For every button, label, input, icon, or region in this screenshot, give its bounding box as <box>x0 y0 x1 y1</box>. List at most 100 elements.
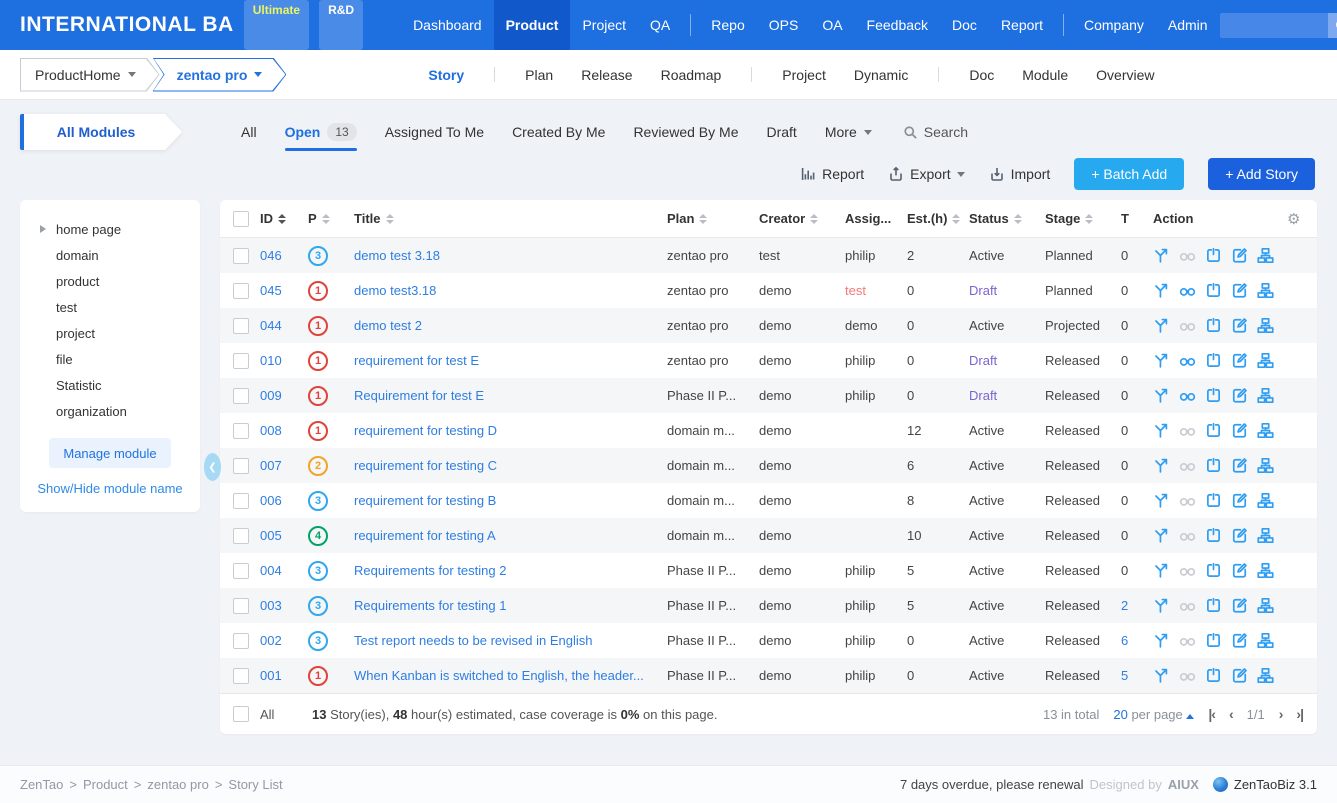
change-icon[interactable] <box>1153 667 1170 684</box>
column-header-action[interactable]: Action <box>1153 211 1287 226</box>
main-menu-item-project[interactable]: Project <box>570 0 638 50</box>
search-toggle[interactable]: Search <box>903 124 968 140</box>
story-id-link[interactable]: 006 <box>260 493 308 508</box>
row-checkbox[interactable] <box>233 388 249 404</box>
row-checkbox[interactable] <box>233 528 249 544</box>
select-all-checkbox[interactable] <box>233 211 249 227</box>
change-icon[interactable] <box>1153 597 1170 614</box>
column-header-assig[interactable]: Assig... <box>845 211 907 226</box>
story-title-link[interactable]: When Kanban is switched to English, the … <box>354 668 667 683</box>
edit-icon[interactable] <box>1231 352 1248 369</box>
search-input[interactable] <box>1220 13 1328 38</box>
subdivide-icon[interactable] <box>1257 597 1274 614</box>
story-id-link[interactable]: 007 <box>260 458 308 473</box>
change-icon[interactable] <box>1153 282 1170 299</box>
change-icon[interactable] <box>1153 317 1170 334</box>
story-title-link[interactable]: requirement for testing D <box>354 423 667 438</box>
subdivide-icon[interactable] <box>1257 632 1274 649</box>
filter-tab-assigned-to-me[interactable]: Assigned To Me <box>372 118 497 146</box>
current-product-switcher[interactable]: zentao pro <box>153 58 287 92</box>
row-checkbox[interactable] <box>233 353 249 369</box>
row-checkbox[interactable] <box>233 633 249 649</box>
main-menu-item-ops[interactable]: OPS <box>757 0 811 50</box>
sidebar-item-project[interactable]: project <box>20 320 200 346</box>
close-icon[interactable] <box>1205 492 1222 509</box>
row-checkbox[interactable] <box>233 493 249 509</box>
sidebar-item-file[interactable]: file <box>20 346 200 372</box>
close-icon[interactable] <box>1205 282 1222 299</box>
story-id-link[interactable]: 045 <box>260 283 308 298</box>
column-header-status[interactable]: Status <box>969 211 1045 226</box>
change-icon[interactable] <box>1153 457 1170 474</box>
row-checkbox[interactable] <box>233 423 249 439</box>
subdivide-icon[interactable] <box>1257 492 1274 509</box>
close-icon[interactable] <box>1205 352 1222 369</box>
main-menu-item-product[interactable]: Product <box>494 0 571 50</box>
last-page-button[interactable]: ›| <box>1296 706 1303 722</box>
story-title-link[interactable]: Requirement for test E <box>354 388 667 403</box>
first-page-button[interactable]: |‹ <box>1208 706 1215 722</box>
sidebar-item-home-page[interactable]: home page <box>20 216 200 242</box>
case-count-link[interactable]: 6 <box>1121 633 1153 648</box>
close-icon[interactable] <box>1205 457 1222 474</box>
per-page-select[interactable]: 20 per page <box>1113 707 1194 722</box>
story-title-link[interactable]: Test report needs to be revised in Engli… <box>354 633 667 648</box>
main-menu-item-oa[interactable]: OA <box>810 0 854 50</box>
column-header-esth[interactable]: Est.(h) <box>907 211 969 226</box>
story-title-link[interactable]: demo test3.18 <box>354 283 667 298</box>
close-icon[interactable] <box>1205 667 1222 684</box>
story-id-link[interactable]: 003 <box>260 598 308 613</box>
edit-icon[interactable] <box>1231 317 1248 334</box>
subdivide-icon[interactable] <box>1257 562 1274 579</box>
close-icon[interactable] <box>1205 527 1222 544</box>
next-page-button[interactable]: › <box>1279 706 1283 722</box>
tab-module[interactable]: Module <box>1008 67 1082 83</box>
subdivide-icon[interactable] <box>1257 527 1274 544</box>
row-checkbox[interactable] <box>233 563 249 579</box>
edit-icon[interactable] <box>1231 457 1248 474</box>
main-menu-item-dashboard[interactable]: Dashboard <box>401 0 494 50</box>
subdivide-icon[interactable] <box>1257 317 1274 334</box>
report-button[interactable]: Report <box>800 166 864 182</box>
main-menu-item-doc[interactable]: Doc <box>940 0 989 50</box>
row-checkbox[interactable] <box>233 283 249 299</box>
main-menu-item-repo[interactable]: Repo <box>699 0 756 50</box>
change-icon[interactable] <box>1153 352 1170 369</box>
close-icon[interactable] <box>1205 387 1222 404</box>
tab-plan[interactable]: Plan <box>511 67 567 83</box>
edit-icon[interactable] <box>1231 387 1248 404</box>
change-icon[interactable] <box>1153 632 1170 649</box>
tab-dynamic[interactable]: Dynamic <box>840 67 922 83</box>
column-header-t[interactable]: T <box>1121 211 1153 226</box>
close-icon[interactable] <box>1205 597 1222 614</box>
filter-tab-open[interactable]: Open13 <box>272 117 370 147</box>
filter-tab-created-by-me[interactable]: Created By Me <box>499 118 618 146</box>
edit-icon[interactable] <box>1231 282 1248 299</box>
subdivide-icon[interactable] <box>1257 352 1274 369</box>
row-checkbox[interactable] <box>233 458 249 474</box>
story-id-link[interactable]: 010 <box>260 353 308 368</box>
tab-story[interactable]: Story <box>414 67 478 83</box>
go-button[interactable]: GO! <box>1328 13 1337 38</box>
story-title-link[interactable]: Requirements for testing 2 <box>354 563 667 578</box>
filter-tab-draft[interactable]: Draft <box>753 118 809 146</box>
gear-icon[interactable]: ⚙ <box>1287 210 1317 228</box>
sidebar-item-organization[interactable]: organization <box>20 398 200 424</box>
subdivide-icon[interactable] <box>1257 457 1274 474</box>
column-header-title[interactable]: Title <box>354 211 667 226</box>
filter-tab-more[interactable]: More <box>812 118 885 146</box>
close-icon[interactable] <box>1205 632 1222 649</box>
prev-page-button[interactable]: ‹ <box>1229 706 1233 722</box>
sidebar-item-product[interactable]: product <box>20 268 200 294</box>
tab-doc[interactable]: Doc <box>955 67 1008 83</box>
change-icon[interactable] <box>1153 247 1170 264</box>
story-title-link[interactable]: demo test 2 <box>354 318 667 333</box>
sidebar-item-test[interactable]: test <box>20 294 200 320</box>
filter-tab-reviewed-by-me[interactable]: Reviewed By Me <box>620 118 751 146</box>
review-icon[interactable] <box>1179 282 1196 299</box>
story-title-link[interactable]: demo test 3.18 <box>354 248 667 263</box>
product-home-switcher[interactable]: ProductHome <box>20 58 160 92</box>
change-icon[interactable] <box>1153 387 1170 404</box>
story-id-link[interactable]: 002 <box>260 633 308 648</box>
story-id-link[interactable]: 001 <box>260 668 308 683</box>
